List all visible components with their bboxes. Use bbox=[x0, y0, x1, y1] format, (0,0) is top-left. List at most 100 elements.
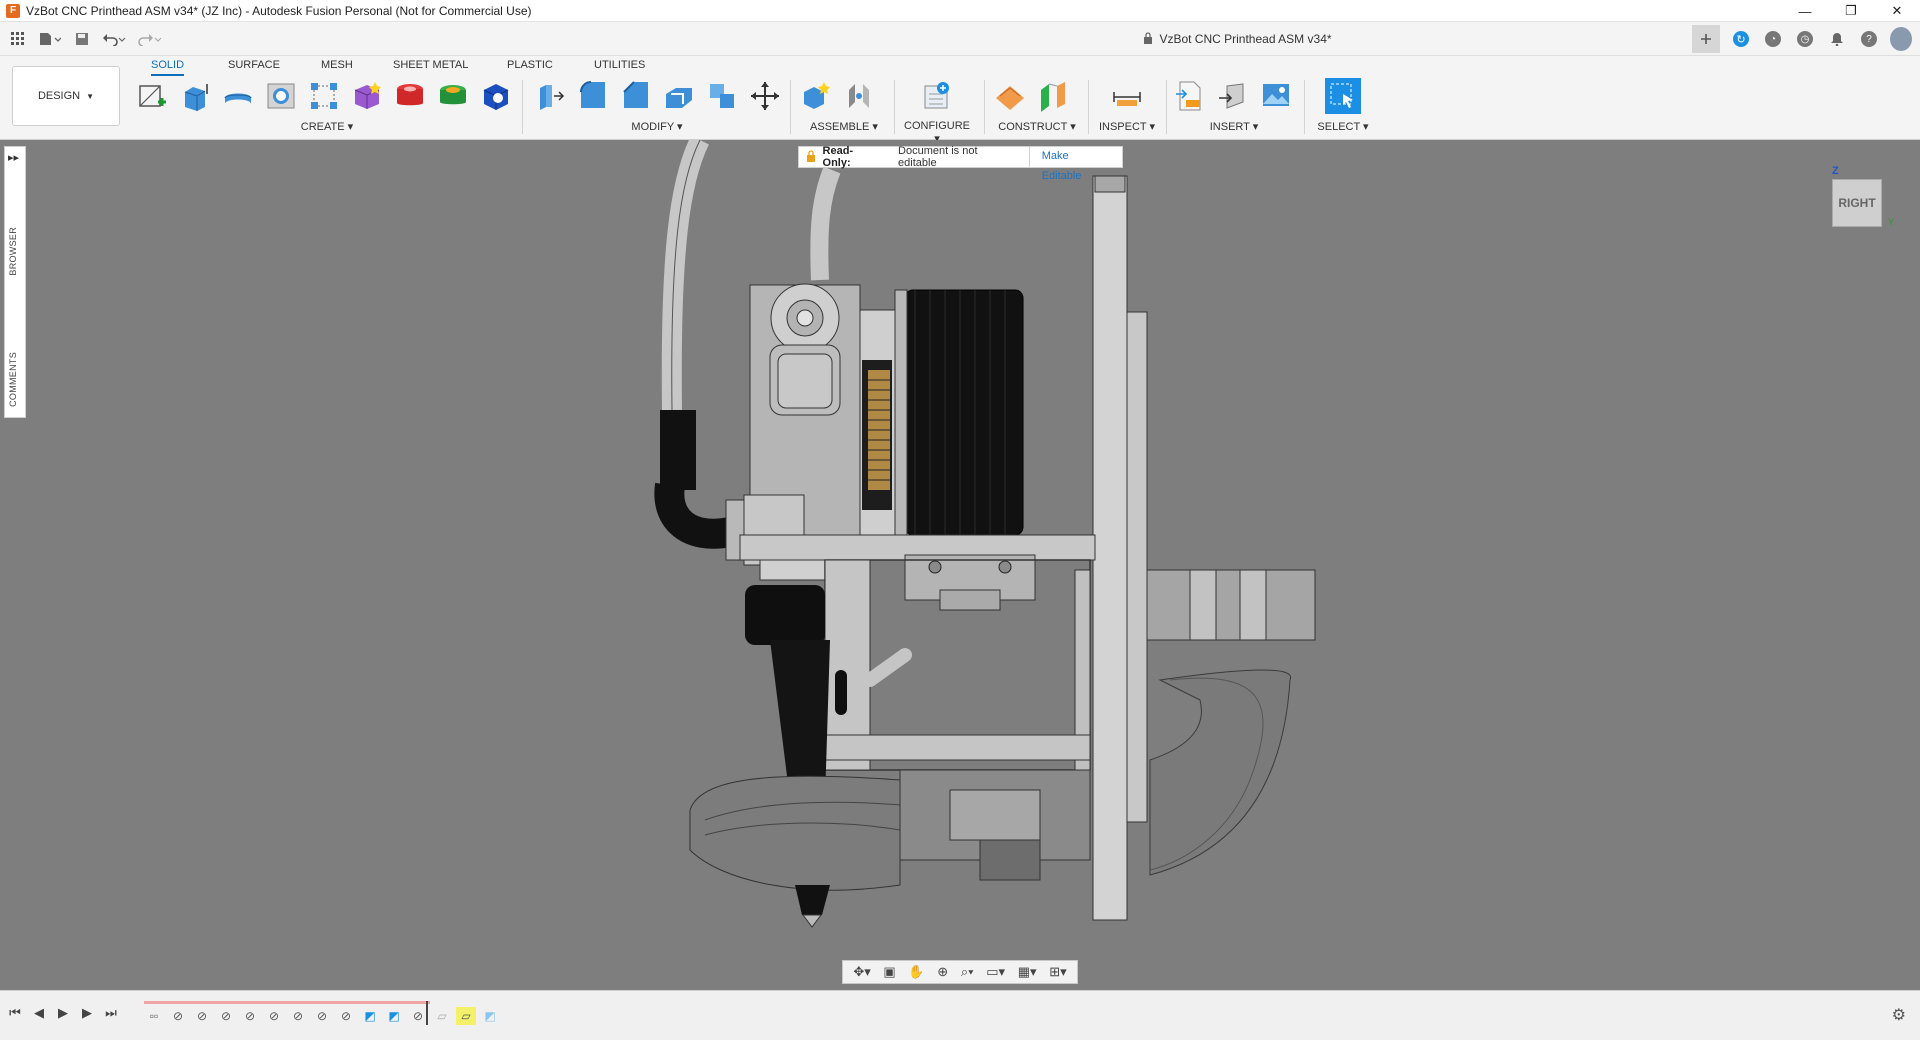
avatar[interactable] bbox=[1890, 27, 1912, 51]
step-back-icon[interactable]: ◀ bbox=[32, 1005, 46, 1021]
document-tab[interactable]: VzBot CNC Printhead ASM v34* bbox=[820, 22, 1655, 56]
new-tab-icon[interactable] bbox=[1692, 25, 1720, 53]
derive-icon[interactable] bbox=[480, 80, 512, 112]
tab-utilities[interactable]: UTILITIES bbox=[594, 56, 645, 76]
go-to-end-icon[interactable]: ⏭ bbox=[104, 1005, 118, 1021]
create-group-label[interactable]: CREATE ▾ bbox=[136, 120, 518, 133]
timeline-feature-icon[interactable]: ▫▫ bbox=[144, 1007, 164, 1025]
timeline-feature-icon[interactable]: ◩ bbox=[360, 1007, 380, 1025]
pan-icon[interactable]: ✋ bbox=[908, 964, 924, 980]
inspect-group-label[interactable]: INSPECT ▾ bbox=[1094, 120, 1160, 133]
grid-settings-icon[interactable]: ▦▾ bbox=[1018, 964, 1037, 980]
viewcube[interactable]: Z RIGHT Y bbox=[1830, 165, 1894, 235]
tab-sheet-metal[interactable]: SHEET METAL bbox=[393, 56, 468, 76]
timeline-track[interactable]: ▫▫ ⊘ ⊘ ⊘ ⊘ ⊘ ⊘ ⊘ ⊘ ◩ ◩ ⊘ ▱ ▱ ◩ bbox=[144, 1001, 496, 1031]
construct-group-label[interactable]: CONSTRUCT ▾ bbox=[994, 120, 1080, 133]
tab-solid[interactable]: SOLID bbox=[151, 56, 185, 76]
look-at-icon[interactable]: ▣ bbox=[883, 964, 895, 980]
app-grid-icon[interactable] bbox=[4, 24, 32, 54]
printhead-model[interactable] bbox=[0, 140, 1920, 990]
file-menu-icon[interactable] bbox=[32, 24, 68, 54]
assemble-group-label[interactable]: ASSEMBLE ▾ bbox=[800, 120, 888, 133]
notifications-icon[interactable] bbox=[1826, 28, 1848, 50]
comments-tab[interactable]: COMMENTS bbox=[8, 352, 18, 407]
revolve-icon[interactable] bbox=[222, 80, 254, 112]
workspace-dropdown[interactable]: DESIGN ▼ bbox=[12, 66, 120, 126]
create-sketch-icon[interactable] bbox=[136, 80, 168, 112]
press-pull-icon[interactable] bbox=[534, 80, 566, 112]
modify-group-label[interactable]: MODIFY ▾ bbox=[534, 120, 780, 133]
display-settings-icon[interactable]: ▭▾ bbox=[986, 964, 1005, 980]
timeline-feature-icon[interactable]: ◩ bbox=[384, 1007, 404, 1025]
play-icon[interactable]: ▶ bbox=[56, 1005, 70, 1021]
timeline-feature-icon[interactable]: ⊘ bbox=[336, 1007, 356, 1025]
3d-viewport[interactable] bbox=[0, 140, 1920, 990]
step-forward-icon[interactable]: ▶ bbox=[80, 1005, 94, 1021]
fusion-logo-icon: F bbox=[6, 3, 20, 18]
browser-tab[interactable]: BROWSER bbox=[8, 227, 18, 276]
close-button[interactable]: ✕ bbox=[1874, 0, 1920, 22]
timeline-feature-icon[interactable]: ⊘ bbox=[264, 1007, 284, 1025]
pattern-icon[interactable] bbox=[308, 80, 340, 112]
make-editable-button[interactable]: Make Editable bbox=[1028, 146, 1122, 182]
create-green-body-icon[interactable] bbox=[437, 80, 469, 112]
tab-surface[interactable]: SURFACE bbox=[228, 56, 280, 76]
zoom-window-icon[interactable]: ⌕▾ bbox=[961, 964, 974, 980]
measure-icon[interactable] bbox=[1111, 80, 1143, 112]
redo-icon[interactable] bbox=[132, 24, 168, 54]
configure-icon[interactable] bbox=[921, 80, 953, 112]
axis-y-label: Y bbox=[1888, 217, 1895, 227]
select-group-label[interactable]: SELECT ▾ bbox=[1310, 120, 1376, 133]
zoom-icon[interactable]: ⊕ bbox=[937, 964, 948, 980]
timeline-feature-icon[interactable]: ⊘ bbox=[192, 1007, 212, 1025]
extrude-icon[interactable] bbox=[179, 80, 211, 112]
undo-icon[interactable] bbox=[96, 24, 132, 54]
chamfer-icon[interactable] bbox=[620, 80, 652, 112]
timeline-feature-icon[interactable]: ▱ bbox=[432, 1007, 452, 1025]
timeline-feature-icon[interactable]: ⊘ bbox=[168, 1007, 188, 1025]
new-component-icon[interactable] bbox=[800, 80, 832, 112]
extensions-icon[interactable]: ↻ bbox=[1730, 28, 1752, 50]
quick-access-bar: VzBot CNC Printhead ASM v34* ✕ ↻ ◔ ◷ ? bbox=[0, 22, 1920, 56]
create-red-body-icon[interactable] bbox=[394, 80, 426, 112]
save-icon[interactable] bbox=[68, 24, 96, 54]
timeline-feature-icon[interactable]: ⊘ bbox=[408, 1007, 428, 1025]
insert-mesh-icon[interactable] bbox=[1217, 80, 1249, 112]
timeline-progress bbox=[144, 1001, 430, 1004]
plane-at-angle-icon[interactable] bbox=[1037, 80, 1069, 112]
timeline: ⏮ ◀ ▶ ▶ ⏭ ▫▫ ⊘ ⊘ ⊘ ⊘ ⊘ ⊘ ⊘ ⊘ ◩ ◩ ⊘ ▱ ▱ ◩… bbox=[0, 990, 1920, 1040]
joint-icon[interactable] bbox=[843, 80, 875, 112]
timeline-feature-icon[interactable]: ⊘ bbox=[312, 1007, 332, 1025]
select-icon[interactable] bbox=[1325, 78, 1361, 114]
modify-group: MODIFY ▾ bbox=[534, 78, 780, 138]
tab-plastic[interactable]: PLASTIC bbox=[507, 56, 553, 76]
timeline-feature-icon[interactable]: ⊘ bbox=[216, 1007, 236, 1025]
shell-icon[interactable] bbox=[663, 80, 695, 112]
history-icon[interactable]: ◷ bbox=[1794, 28, 1816, 50]
tab-mesh[interactable]: MESH bbox=[321, 56, 353, 76]
insert-svg-icon[interactable] bbox=[1174, 80, 1206, 112]
timeline-feature-icon[interactable]: ⊘ bbox=[288, 1007, 308, 1025]
orbit-icon[interactable]: ✥▾ bbox=[853, 964, 870, 980]
fillet-icon[interactable] bbox=[577, 80, 609, 112]
job-status-icon[interactable]: ◔ bbox=[1762, 28, 1784, 50]
timeline-feature-icon[interactable]: ⊘ bbox=[240, 1007, 260, 1025]
expand-panel-icon[interactable]: ▸▸ bbox=[8, 151, 19, 164]
gear-icon[interactable]: ⚙ bbox=[1892, 1005, 1906, 1025]
timeline-marker[interactable] bbox=[426, 1001, 428, 1025]
viewcube-face[interactable]: RIGHT bbox=[1832, 179, 1882, 227]
insert-group-label[interactable]: INSERT ▾ bbox=[1174, 120, 1294, 133]
insert-canvas-icon[interactable] bbox=[1260, 80, 1292, 112]
minimize-button[interactable]: — bbox=[1782, 0, 1828, 22]
move-copy-icon[interactable] bbox=[749, 80, 781, 112]
viewports-icon[interactable]: ⊞▾ bbox=[1049, 964, 1066, 980]
go-to-start-icon[interactable]: ⏮ bbox=[8, 1005, 22, 1021]
timeline-feature-icon[interactable]: ▱ bbox=[456, 1007, 476, 1025]
form-icon[interactable] bbox=[351, 80, 383, 112]
restore-button[interactable]: ❐ bbox=[1828, 0, 1874, 22]
timeline-feature-icon[interactable]: ◩ bbox=[480, 1007, 500, 1025]
help-icon[interactable]: ? bbox=[1858, 28, 1880, 50]
hole-icon[interactable] bbox=[265, 80, 297, 112]
combine-icon[interactable] bbox=[706, 80, 738, 112]
offset-plane-icon[interactable] bbox=[994, 80, 1026, 112]
